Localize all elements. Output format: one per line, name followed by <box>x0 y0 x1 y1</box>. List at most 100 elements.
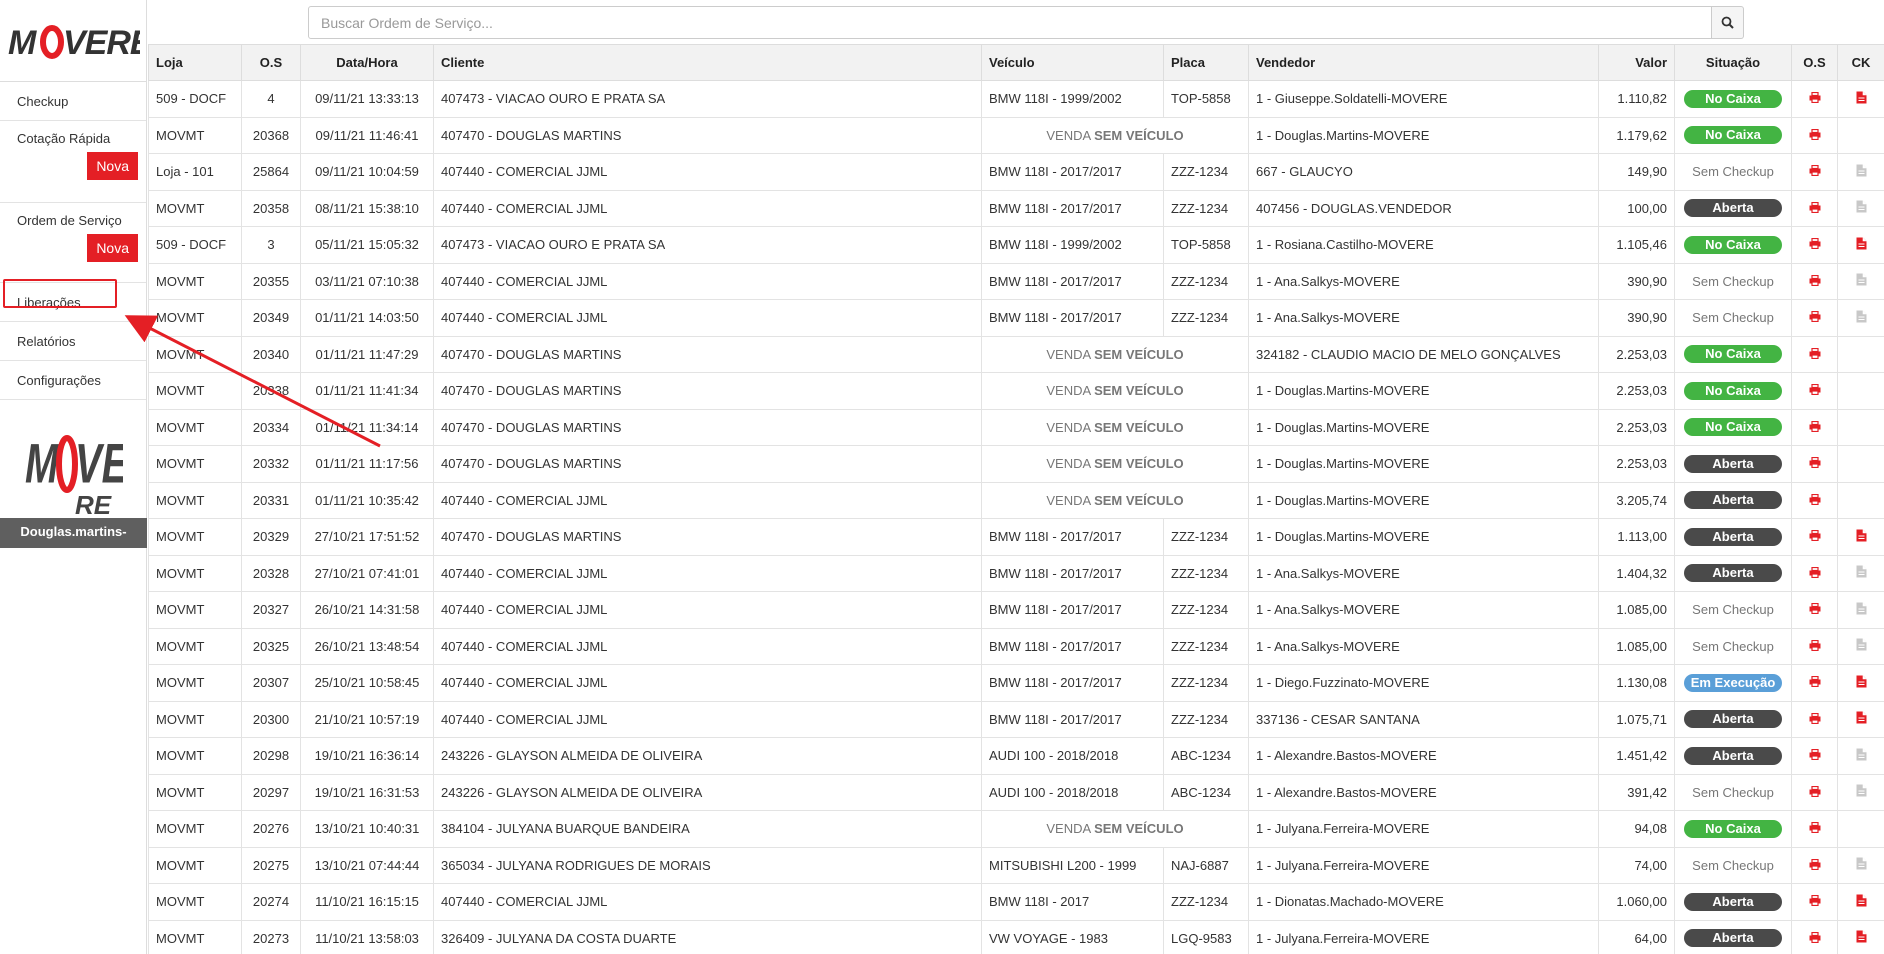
checkup-pdf-button[interactable] <box>1856 711 1867 727</box>
checkup-pdf-button[interactable] <box>1856 748 1867 764</box>
logo[interactable]: M VERE <box>0 0 146 82</box>
table-row[interactable]: MOVMT 20328 27/10/21 07:41:01 407440 - COME… <box>148 554 1884 592</box>
print-os-button[interactable] <box>1809 712 1821 727</box>
table-row[interactable]: MOVMT 20358 08/11/21 15:38:10 407440 - COME… <box>148 189 1884 227</box>
table-row[interactable]: MOVMT 20340 01/11/21 11:47:29 407470 - DOUG… <box>148 335 1884 373</box>
col-header-situacao[interactable]: Situação <box>1674 44 1792 81</box>
print-os-button[interactable] <box>1809 639 1821 654</box>
col-header-os[interactable]: O.S <box>241 44 301 81</box>
cell-os-print <box>1791 518 1838 556</box>
print-os-button[interactable] <box>1809 675 1821 690</box>
print-os-button[interactable] <box>1809 602 1821 617</box>
table-row[interactable]: MOVMT 20297 19/10/21 16:31:53 243226 - GLAY… <box>148 773 1884 811</box>
print-os-button[interactable] <box>1809 347 1821 362</box>
print-os-button[interactable] <box>1809 420 1821 435</box>
cell-os: 20298 <box>241 737 301 775</box>
print-os-button[interactable] <box>1809 529 1821 544</box>
print-os-button[interactable] <box>1809 91 1821 106</box>
col-header-cliente[interactable]: Cliente <box>433 44 982 81</box>
checkup-pdf-button[interactable] <box>1856 638 1867 654</box>
table-row[interactable]: MOVMT 20329 27/10/21 17:51:52 407470 - DOUG… <box>148 518 1884 556</box>
print-os-button[interactable] <box>1809 785 1821 800</box>
table-row[interactable]: MOVMT 20338 01/11/21 11:41:34 407470 - DOUG… <box>148 372 1884 410</box>
print-os-button[interactable] <box>1809 128 1821 143</box>
checkup-pdf-button[interactable] <box>1856 273 1867 289</box>
cell-vendedor: 1 - Julyana.Ferreira-MOVERE <box>1248 919 1599 954</box>
search-input[interactable] <box>308 6 1712 39</box>
print-os-button[interactable] <box>1809 493 1821 508</box>
table-row[interactable]: MOVMT 20273 11/10/21 13:58:03 326409 - JULY… <box>148 919 1884 954</box>
table-row[interactable]: MOVMT 20274 11/10/21 16:15:15 407440 - COME… <box>148 883 1884 921</box>
checkup-pdf-button[interactable] <box>1856 602 1867 618</box>
nova-ordem-button[interactable]: Nova <box>87 234 138 262</box>
cell-vendedor: 1 - Julyana.Ferreira-MOVERE <box>1248 846 1599 884</box>
table-row[interactable]: MOVMT 20298 19/10/21 16:36:14 243226 - GLAY… <box>148 737 1884 775</box>
cell-placa: TOP-5858 <box>1163 80 1249 118</box>
print-os-button[interactable] <box>1809 821 1821 836</box>
col-header-os-print[interactable]: O.S <box>1791 44 1838 81</box>
table-row[interactable]: MOVMT 20332 01/11/21 11:17:56 407470 - DOUG… <box>148 445 1884 483</box>
print-os-button[interactable] <box>1809 931 1821 946</box>
col-header-vendedor[interactable]: Vendedor <box>1248 44 1599 81</box>
checkup-pdf-button[interactable] <box>1856 310 1867 326</box>
user-name-bar[interactable]: Douglas.martins- <box>0 518 147 548</box>
cell-data-hora: 27/10/21 07:41:01 <box>300 554 434 592</box>
print-os-button[interactable] <box>1809 858 1821 873</box>
table-row[interactable]: MOVMT 20327 26/10/21 14:31:58 407440 - COME… <box>148 591 1884 629</box>
table-row[interactable]: Loja - 101 25864 09/11/21 10:04:59 407440 -… <box>148 153 1884 191</box>
sidebar-item-label[interactable]: Ordem de Serviço <box>17 213 122 228</box>
cell-placa: ZZZ-1234 <box>1163 627 1249 665</box>
checkup-pdf-button[interactable] <box>1856 237 1867 253</box>
table-row[interactable]: MOVMT 20368 09/11/21 11:46:41 407470 - DOUG… <box>148 116 1884 154</box>
checkup-pdf-button[interactable] <box>1856 529 1867 545</box>
print-os-button[interactable] <box>1809 456 1821 471</box>
print-os-button[interactable] <box>1809 201 1821 216</box>
nova-cotacao-button[interactable]: Nova <box>87 152 138 180</box>
table-row[interactable]: MOVMT 20276 13/10/21 10:40:31 384104 - JULY… <box>148 810 1884 848</box>
table-row[interactable]: 509 - DOCF 3 05/11/21 15:05:32 407473 - VIA… <box>148 226 1884 264</box>
checkup-pdf-button[interactable] <box>1856 164 1867 180</box>
search-button[interactable] <box>1712 6 1744 39</box>
print-os-button[interactable] <box>1809 566 1821 581</box>
col-header-data-hora[interactable]: Data/Hora <box>300 44 434 81</box>
table-row[interactable]: MOVMT 20331 01/11/21 10:35:42 407440 - COME… <box>148 481 1884 519</box>
col-header-ck[interactable]: CK <box>1837 44 1884 81</box>
col-header-veiculo[interactable]: Veículo <box>981 44 1164 81</box>
col-header-loja[interactable]: Loja <box>148 44 242 81</box>
print-os-button[interactable] <box>1809 894 1821 909</box>
checkup-pdf-button[interactable] <box>1856 930 1867 946</box>
table-row[interactable]: MOVMT 20349 01/11/21 14:03:50 407440 - COME… <box>148 299 1884 337</box>
checkup-pdf-button[interactable] <box>1856 565 1867 581</box>
table-row[interactable]: MOVMT 20275 13/10/21 07:44:44 365034 - JULY… <box>148 846 1884 884</box>
cell-os: 20338 <box>241 372 301 410</box>
checkup-pdf-button[interactable] <box>1856 91 1867 107</box>
table-row[interactable]: 509 - DOCF 4 09/11/21 13:33:13 407473 - VIA… <box>148 80 1884 118</box>
status-badge: Aberta <box>1684 454 1782 473</box>
sidebar-item-relatorios[interactable]: Relatórios <box>0 322 146 361</box>
checkup-pdf-button[interactable] <box>1856 784 1867 800</box>
cell-situacao: Sem Checkup <box>1674 627 1792 665</box>
print-os-button[interactable] <box>1809 748 1821 763</box>
checkup-pdf-button[interactable] <box>1856 200 1867 216</box>
checkup-pdf-button[interactable] <box>1856 894 1867 910</box>
print-os-button[interactable] <box>1809 383 1821 398</box>
print-os-button[interactable] <box>1809 310 1821 325</box>
checkup-pdf-button[interactable] <box>1856 675 1867 691</box>
table-row[interactable]: MOVMT 20334 01/11/21 11:34:14 407470 - DOUG… <box>148 408 1884 446</box>
table-row[interactable]: MOVMT 20300 21/10/21 10:57:19 407440 - COME… <box>148 700 1884 738</box>
print-os-button[interactable] <box>1809 274 1821 289</box>
col-header-placa[interactable]: Placa <box>1163 44 1249 81</box>
col-header-valor[interactable]: Valor <box>1598 44 1675 81</box>
print-os-button[interactable] <box>1809 237 1821 252</box>
cell-vendedor: 1 - Julyana.Ferreira-MOVERE <box>1248 810 1599 848</box>
table-row[interactable]: MOVMT 20355 03/11/21 07:10:38 407440 - COME… <box>148 262 1884 300</box>
sidebar-item-configuracoes[interactable]: Configurações <box>0 361 146 400</box>
table-row[interactable]: MOVMT 20325 26/10/21 13:48:54 407440 - COME… <box>148 627 1884 665</box>
table-row[interactable]: MOVMT 20307 25/10/21 10:58:45 407440 - COME… <box>148 664 1884 702</box>
sidebar-item-checkup[interactable]: Checkup <box>0 82 146 121</box>
sidebar-item-label[interactable]: Cotação Rápida <box>17 131 110 146</box>
document-icon <box>1856 638 1866 651</box>
checkup-pdf-button[interactable] <box>1856 857 1867 873</box>
print-os-button[interactable] <box>1809 164 1821 179</box>
cell-situacao: No Caixa <box>1674 408 1792 446</box>
